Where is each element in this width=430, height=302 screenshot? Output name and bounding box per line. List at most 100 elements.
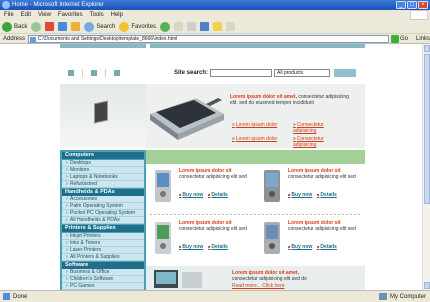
- header-stripe-left: [60, 44, 146, 48]
- menu-tools[interactable]: Tools: [90, 12, 104, 18]
- buy-now-link[interactable]: Buy now: [288, 244, 312, 250]
- window-controls: _ □ ×: [396, 1, 428, 9]
- details-link[interactable]: Details: [317, 244, 336, 250]
- page-done-icon: [3, 293, 10, 300]
- menu-help[interactable]: Help: [111, 12, 123, 18]
- scroll-down-button[interactable]: [424, 282, 430, 289]
- edit-icon[interactable]: [200, 22, 210, 31]
- menu-file[interactable]: File: [4, 12, 14, 18]
- sidebar-category-link[interactable]: Inkjet Printers: [62, 232, 144, 240]
- favorites-button[interactable]: Favorites: [119, 21, 157, 32]
- back-button[interactable]: Back: [2, 21, 28, 32]
- browser-toolbar: Back Search Favorites: [0, 20, 430, 34]
- product-row-divider: [150, 214, 362, 215]
- site-nav: Site search: All products: [60, 66, 365, 80]
- folder-icon[interactable]: [213, 22, 223, 31]
- products-header-band: [146, 150, 365, 164]
- sidebar-category-heading: Computers: [62, 152, 144, 159]
- buy-now-link[interactable]: Buy now: [179, 192, 203, 198]
- refresh-icon[interactable]: [58, 22, 68, 31]
- home-icon[interactable]: [71, 22, 81, 31]
- zone-label: My Computer: [389, 293, 426, 300]
- sidebar-category-link[interactable]: Children's Software: [62, 276, 144, 283]
- site-search-category-select[interactable]: All products: [274, 69, 330, 77]
- go-label: Go: [399, 35, 408, 42]
- search-button[interactable]: Search: [84, 21, 116, 32]
- sidebar-category-link[interactable]: Monitors: [62, 166, 144, 174]
- pda-image: [264, 222, 280, 254]
- favorites-label: Favorites: [131, 23, 157, 30]
- nav-divider: [105, 69, 106, 77]
- back-arrow-icon: [2, 21, 12, 32]
- stop-icon[interactable]: [45, 22, 55, 31]
- hero-link[interactable]: Consectetur adipisicing: [293, 122, 348, 134]
- mail-icon[interactable]: [174, 22, 184, 31]
- scroll-up-button[interactable]: [424, 45, 430, 52]
- history-icon[interactable]: [160, 21, 171, 32]
- sitemap-nav-icon[interactable]: [114, 70, 120, 76]
- sidebar-category-link[interactable]: Refurbished: [62, 180, 144, 188]
- close-button[interactable]: ×: [418, 1, 428, 9]
- menu-view[interactable]: View: [38, 12, 51, 18]
- go-arrow-icon: [390, 34, 399, 43]
- monitor-image: [94, 100, 108, 124]
- menu-edit[interactable]: Edit: [21, 12, 31, 18]
- sidebar-category-link[interactable]: All Handhelds & PDAs: [62, 217, 144, 224]
- site-search-input[interactable]: [210, 69, 272, 77]
- sidebar-category-link[interactable]: Desktops: [62, 159, 144, 167]
- sidebar-category-link[interactable]: Palm Operating System: [62, 203, 144, 210]
- menu-favorites[interactable]: Favorites: [58, 12, 83, 18]
- vertical-scrollbar[interactable]: [422, 44, 430, 290]
- sidebar-category-link[interactable]: Business & Office: [62, 269, 144, 276]
- star-icon: [119, 21, 130, 32]
- scroll-thumb[interactable]: [424, 54, 430, 204]
- details-link[interactable]: Details: [208, 244, 227, 250]
- sidebar-category-link[interactable]: PC Games: [62, 283, 144, 290]
- window-title: Home - Microsoft Internet Explorer: [12, 2, 104, 8]
- sidebar-category-heading: Printers & Supplies: [62, 225, 144, 232]
- forward-arrow-icon[interactable]: [31, 21, 42, 32]
- contact-nav-icon[interactable]: [91, 70, 97, 76]
- sidebar-category-link[interactable]: All Printers & Supplies: [62, 253, 144, 261]
- sidebar-category-link[interactable]: Accessories: [62, 196, 144, 203]
- search-icon: [84, 21, 95, 32]
- product-description: consectetur adipisicing elit sed: [179, 174, 247, 180]
- maximize-button[interactable]: □: [407, 1, 417, 9]
- address-bar: Address C:\Documents and Settings\Deskto…: [0, 34, 430, 44]
- security-zone: My Computer: [378, 293, 426, 300]
- address-input[interactable]: C:\Documents and Settings\Desktop\templa…: [28, 34, 389, 43]
- site-search-button[interactable]: [334, 69, 356, 77]
- hero-links: Lorem ipsum dolor Consectetur adipisicin…: [232, 122, 362, 148]
- hero-banner: Lorem ipsum dolor sit amet, consectetur …: [60, 84, 365, 148]
- messenger-icon[interactable]: [226, 22, 236, 31]
- hero-link[interactable]: Consectetur adipisicing: [293, 136, 348, 148]
- site-header: [60, 44, 365, 66]
- minimize-button[interactable]: _: [396, 1, 406, 9]
- bottom-promo: Lorem ipsum dolor sit amet, consectetur …: [146, 266, 365, 290]
- windows-logo-icon: [410, 10, 428, 20]
- home-nav-icon[interactable]: [68, 70, 74, 76]
- details-link[interactable]: Details: [317, 192, 336, 198]
- print-icon[interactable]: [187, 22, 197, 31]
- buy-now-link[interactable]: Buy now: [288, 192, 312, 198]
- details-link[interactable]: Details: [208, 192, 227, 198]
- status-text: Done: [13, 293, 28, 300]
- bottom-promo-text: consectetur adipisicing elit sed do: [232, 276, 307, 282]
- sidebar-category-link[interactable]: Pocket PC Operating System: [62, 210, 144, 217]
- pda-image: [264, 170, 280, 202]
- links-button[interactable]: Links: [416, 36, 430, 42]
- computer-icon: [378, 293, 387, 300]
- buy-now-link[interactable]: Buy now: [179, 244, 203, 250]
- product-card: Lorem ipsum dolor sit consectetur adipis…: [146, 164, 254, 212]
- go-button[interactable]: Go: [390, 34, 408, 43]
- search-label: Search: [96, 23, 116, 30]
- back-label: Back: [14, 23, 28, 30]
- header-stripe-right: [150, 44, 365, 48]
- bottom-promo-link[interactable]: Read more... Click here: [232, 283, 285, 289]
- hero-link[interactable]: Lorem ipsum dolor: [232, 136, 287, 148]
- hero-link[interactable]: Lorem ipsum dolor: [232, 122, 287, 134]
- sidebar-category-link[interactable]: Inks & Toners: [62, 239, 144, 247]
- sidebar-category-link[interactable]: Laser Printers: [62, 246, 144, 254]
- hero-text: elit, sed do eiusmod tempor incididunt: [230, 100, 314, 106]
- sidebar-category-link[interactable]: Laptops & Notebooks: [62, 173, 144, 181]
